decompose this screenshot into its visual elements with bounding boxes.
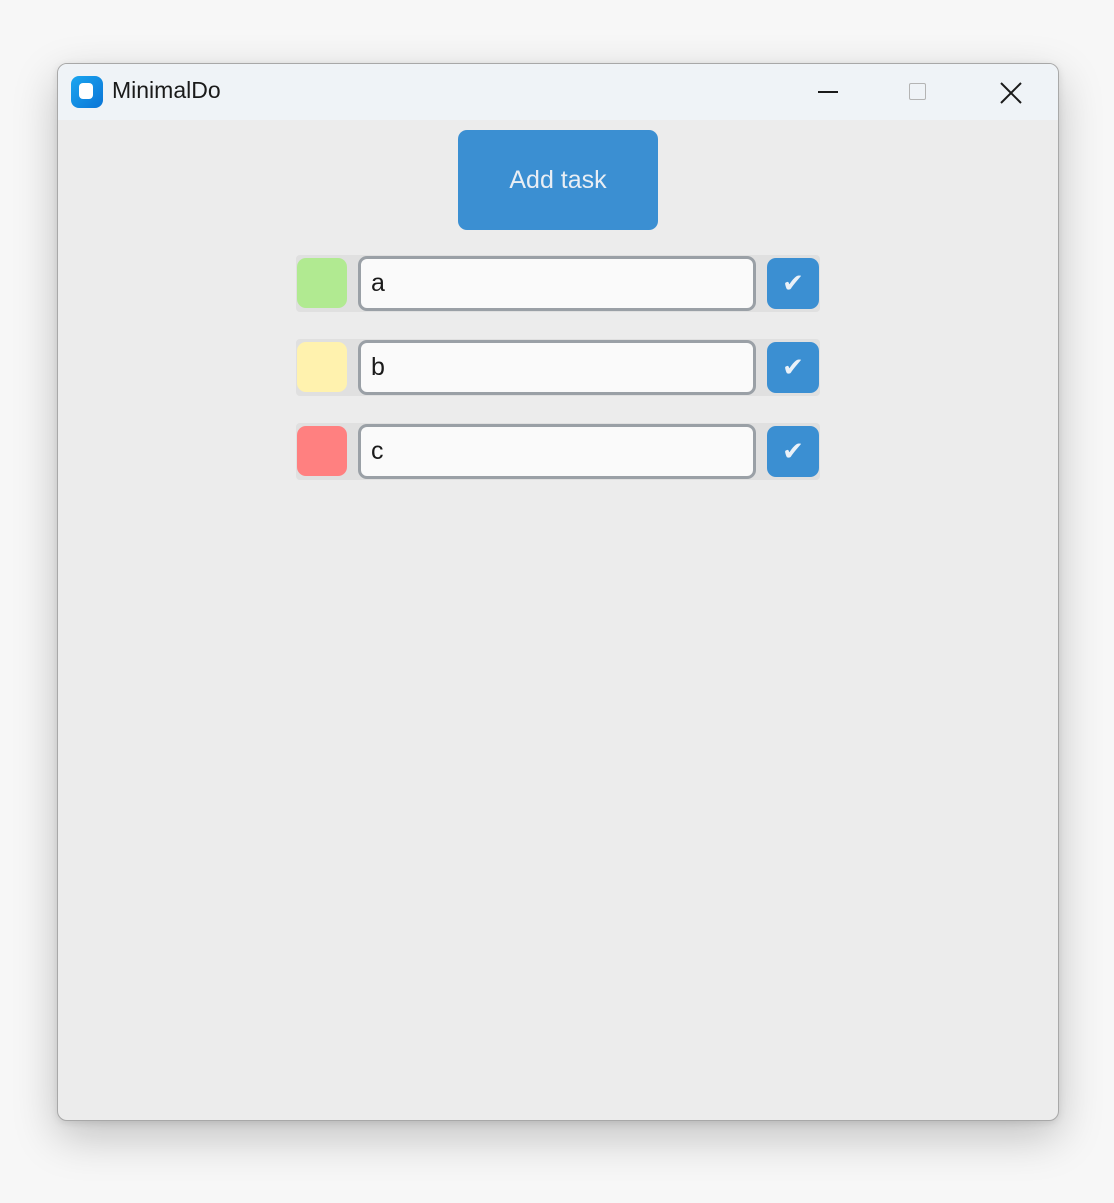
task-text-input[interactable]: [358, 340, 756, 395]
task-color-swatch[interactable]: [297, 258, 347, 308]
complete-task-button[interactable]: ✔: [767, 426, 819, 477]
task-row: ✔: [296, 255, 820, 312]
checkmark-icon: ✔: [782, 436, 804, 467]
maximize-icon: [909, 83, 926, 100]
window-title: MinimalDo: [112, 77, 221, 103]
title-bar[interactable]: MinimalDo: [58, 64, 1058, 120]
maximize-button[interactable]: [873, 64, 965, 120]
task-color-swatch[interactable]: [297, 342, 347, 392]
task-row: ✔: [296, 423, 820, 480]
close-icon: [1000, 82, 1022, 104]
task-row: ✔: [296, 339, 820, 396]
checkmark-icon: ✔: [782, 268, 804, 299]
checkmark-icon: ✔: [782, 352, 804, 383]
complete-task-button[interactable]: ✔: [767, 258, 819, 309]
task-text-input[interactable]: [358, 256, 756, 311]
complete-task-button[interactable]: ✔: [767, 342, 819, 393]
minimize-button[interactable]: [781, 64, 873, 120]
app-icon: [71, 76, 103, 108]
task-text-input[interactable]: [358, 424, 756, 479]
add-task-button[interactable]: Add task: [458, 130, 658, 230]
close-button[interactable]: [965, 64, 1057, 120]
minimize-icon: [818, 91, 838, 93]
task-color-swatch[interactable]: [297, 426, 347, 476]
app-window: MinimalDo Add task ✔ ✔ ✔: [57, 63, 1059, 1121]
